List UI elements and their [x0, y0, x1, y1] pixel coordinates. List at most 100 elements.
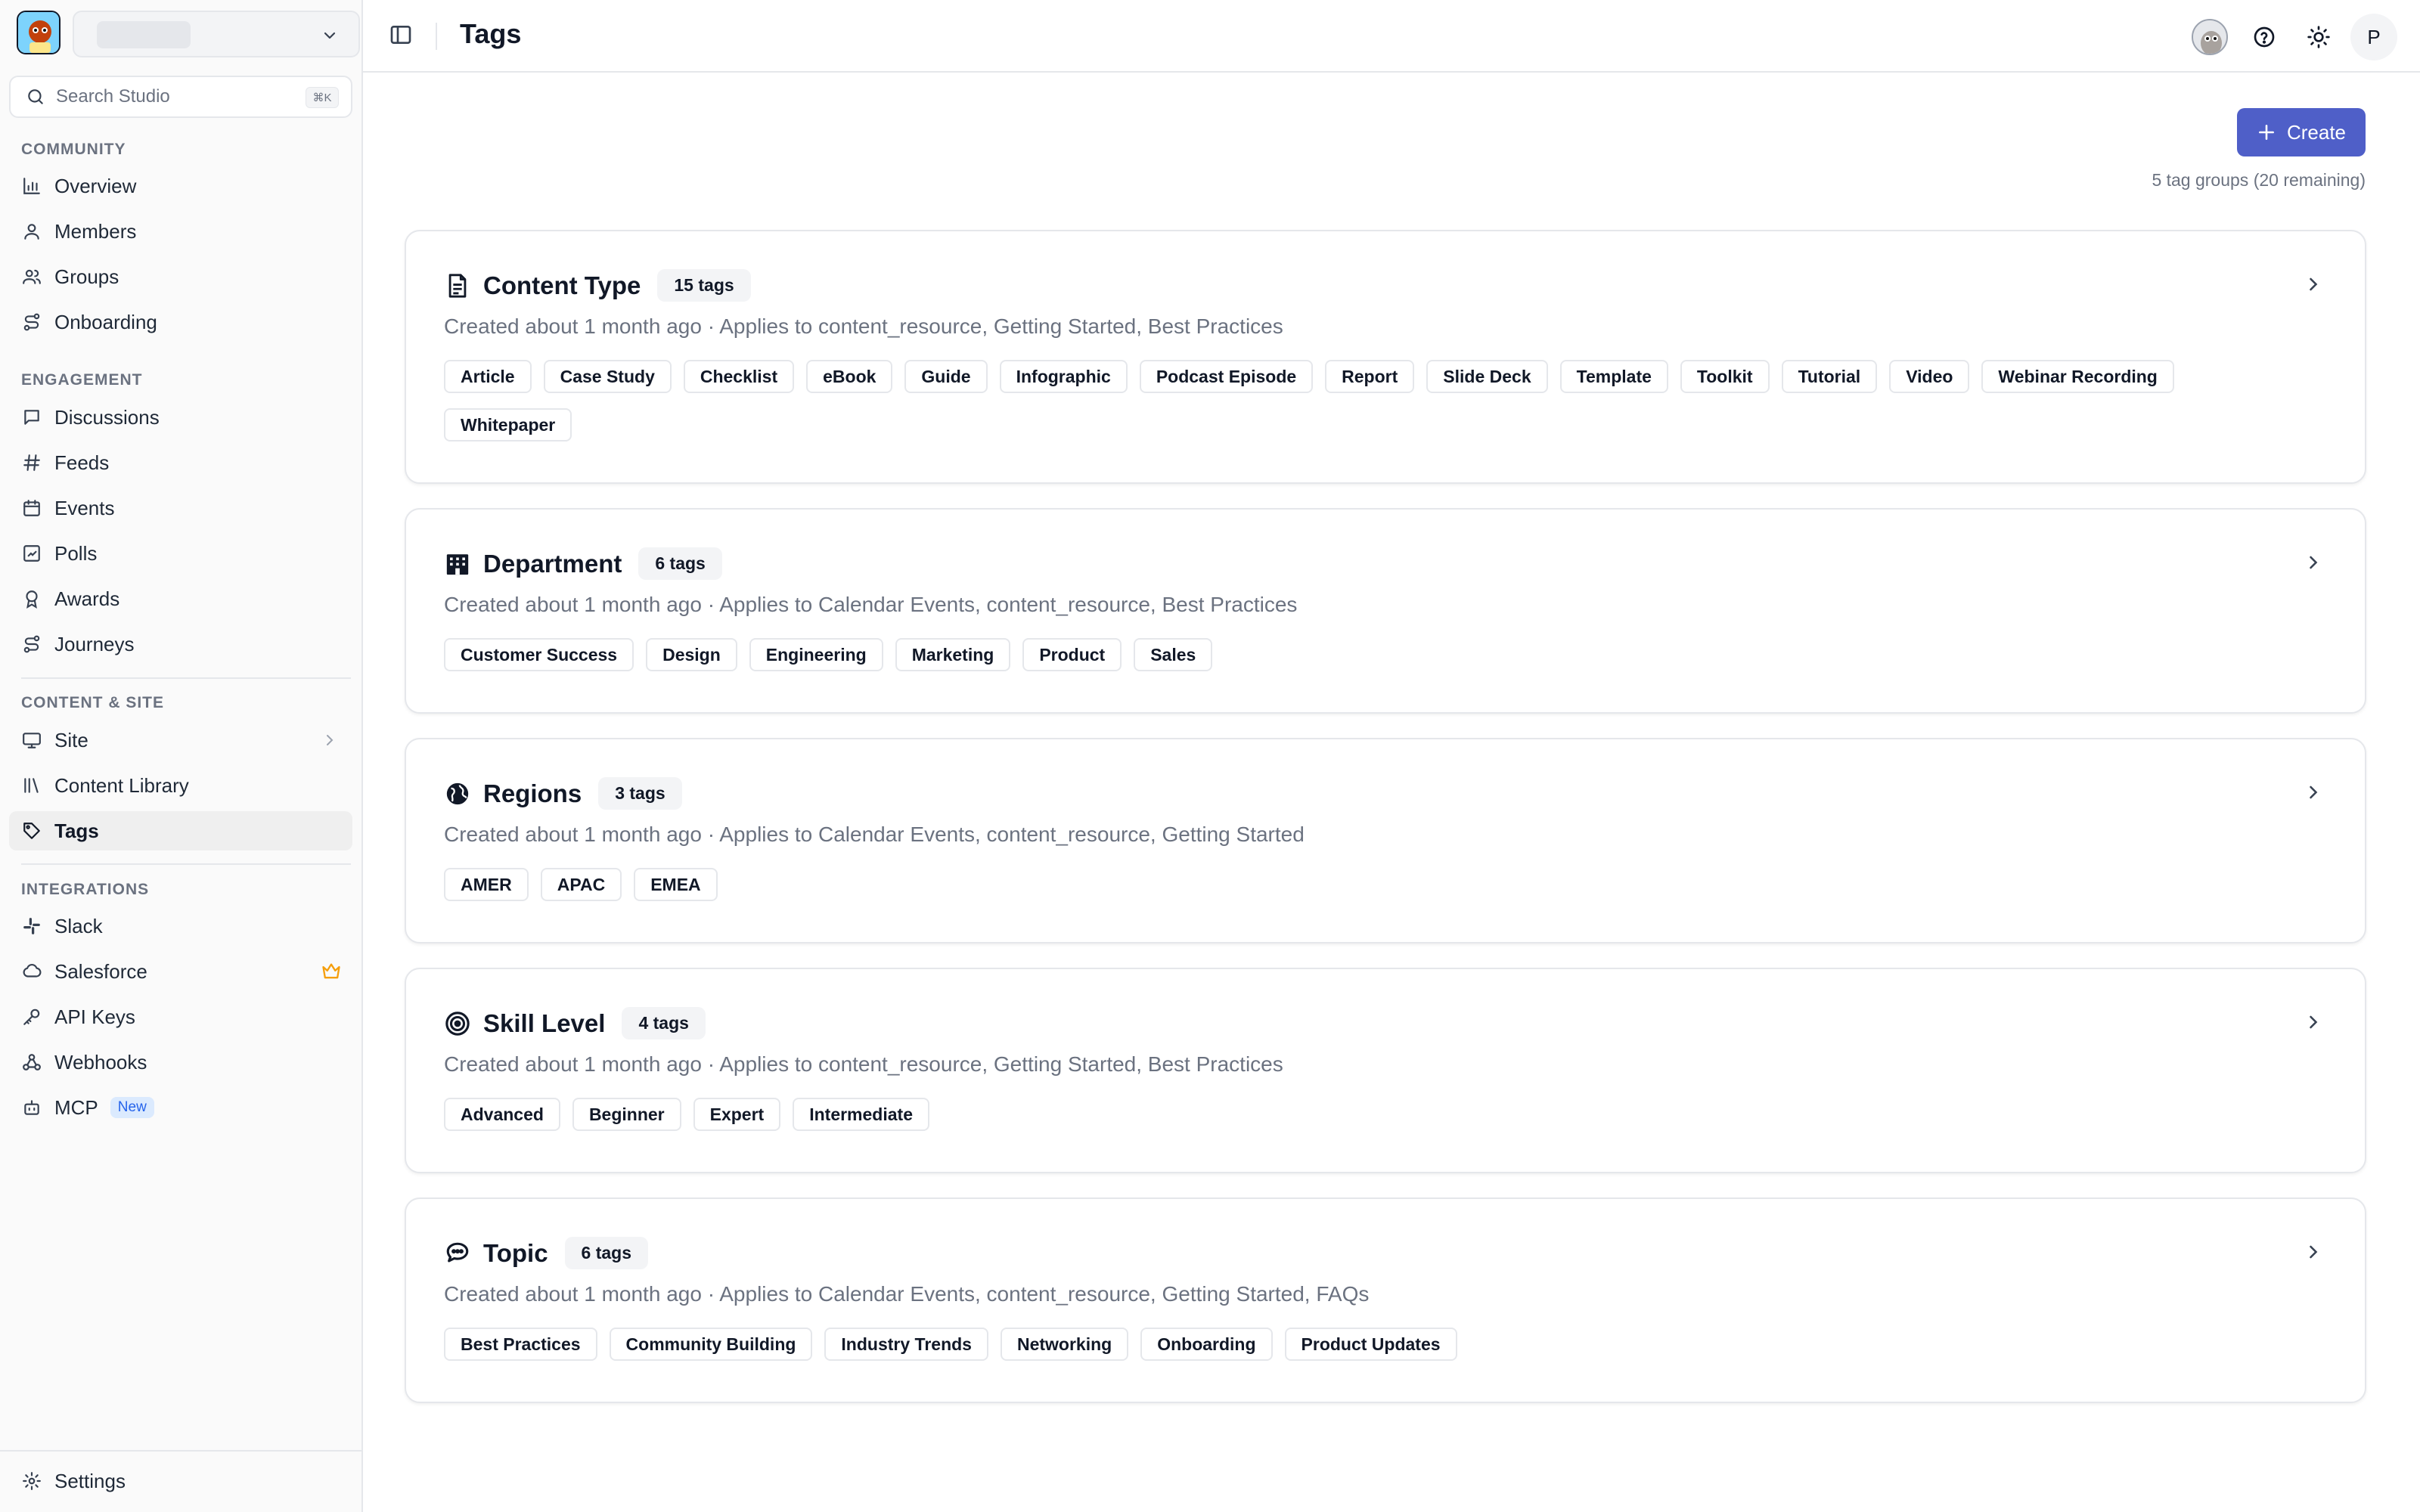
tag-chip[interactable]: Article	[444, 360, 532, 393]
chevron-right-icon[interactable]	[2303, 274, 2324, 295]
sidebar-item-mcp[interactable]: MCP New	[9, 1088, 352, 1127]
sidebar-item-label: Overview	[54, 174, 137, 197]
avatar-image-button[interactable]	[2187, 14, 2232, 60]
chevron-right-icon[interactable]	[2303, 782, 2324, 803]
create-button[interactable]: Create	[2237, 108, 2366, 156]
tag-chip[interactable]: Case Study	[543, 360, 672, 393]
sidebar-item-journeys[interactable]: Journeys	[9, 624, 352, 664]
tag-chip[interactable]: Best Practices	[444, 1328, 597, 1361]
tag-count-badge: 4 tags	[622, 1007, 706, 1040]
tag-count-badge: 15 tags	[657, 269, 751, 302]
sidebar-item-label: Salesforce	[54, 959, 147, 983]
chart-icon	[21, 175, 42, 197]
sidebar-item-label: API Keys	[54, 1005, 135, 1028]
tag-group-meta: Created about 1 month ago · Applies to c…	[444, 1052, 1283, 1076]
tag-chip[interactable]: Toolkit	[1680, 360, 1770, 393]
tag-chip[interactable]: Customer Success	[444, 638, 634, 671]
sidebar-item-label: Slack	[54, 914, 103, 937]
tag-chip[interactable]: Advanced	[444, 1098, 560, 1131]
sidebar-item-awards[interactable]: Awards	[9, 579, 352, 618]
nav-divider	[21, 863, 351, 865]
tag-chip[interactable]: Product	[1022, 638, 1122, 671]
poll-icon	[21, 543, 42, 564]
tag-list: Advanced Beginner Expert Intermediate	[444, 1098, 2259, 1146]
tag-chip[interactable]: Guide	[904, 360, 988, 393]
tag-chip[interactable]: eBook	[806, 360, 893, 393]
sidebar-toggle-icon[interactable]	[389, 23, 413, 47]
sidebar-item-label: Content Library	[54, 773, 189, 797]
sidebar-item-content-library[interactable]: Content Library	[9, 766, 352, 805]
tag-chip[interactable]: EMEA	[634, 868, 718, 901]
search-input[interactable]: Search Studio ⌘K	[9, 76, 352, 118]
chevron-right-icon[interactable]	[2303, 1241, 2324, 1263]
sidebar-item-events[interactable]: Events	[9, 488, 352, 528]
tag-chip[interactable]: Engineering	[749, 638, 883, 671]
tag-group-card[interactable]: Skill Level 4 tags Created about 1 month…	[405, 968, 2366, 1173]
sidebar-item-feeds[interactable]: Feeds	[9, 443, 352, 482]
sidebar-item-polls[interactable]: Polls	[9, 534, 352, 573]
sidebar-item-label: Tags	[54, 819, 99, 842]
tag-chip[interactable]: Onboarding	[1140, 1328, 1273, 1361]
tag-chip[interactable]: Checklist	[683, 360, 795, 393]
route-icon	[21, 311, 42, 333]
workspace-row	[17, 11, 360, 57]
tag-count-badge: 3 tags	[598, 777, 682, 810]
tag-chip[interactable]: Design	[646, 638, 737, 671]
sidebar-item-api-keys[interactable]: API Keys	[9, 997, 352, 1036]
tag-chip[interactable]: Report	[1325, 360, 1415, 393]
tag-chip[interactable]: Webinar Recording	[1981, 360, 2174, 393]
tag-chip[interactable]: Slide Deck	[1426, 360, 1548, 393]
theme-toggle-sun-icon[interactable]	[2296, 14, 2341, 60]
sidebar-item-members[interactable]: Members	[9, 212, 352, 251]
sidebar-item-label: Discussions	[54, 405, 160, 429]
tag-chip[interactable]: Sales	[1134, 638, 1213, 671]
sidebar-item-site[interactable]: Site	[9, 720, 352, 760]
tag-icon	[21, 820, 42, 841]
tag-group-header: Topic 6 tags	[444, 1237, 649, 1269]
tag-chip[interactable]: AMER	[444, 868, 529, 901]
tag-group-card[interactable]: Topic 6 tags Created about 1 month ago ·…	[405, 1198, 2366, 1403]
tag-group-meta: Created about 1 month ago · Applies to c…	[444, 314, 1283, 338]
section-title-integrations: Integrations	[21, 881, 150, 898]
sidebar-item-label: Members	[54, 219, 137, 243]
route-icon	[21, 634, 42, 655]
tag-chip[interactable]: Industry Trends	[824, 1328, 988, 1361]
tag-chip[interactable]: Networking	[1000, 1328, 1129, 1361]
tag-chip[interactable]: Expert	[693, 1098, 781, 1131]
tag-chip[interactable]: Product Updates	[1284, 1328, 1457, 1361]
tag-group-card[interactable]: Regions 3 tags Created about 1 month ago…	[405, 738, 2366, 943]
building-icon	[444, 550, 471, 578]
sidebar-item-discussions[interactable]: Discussions	[9, 398, 352, 437]
tag-chip[interactable]: Whitepaper	[444, 408, 572, 442]
tag-chip[interactable]: Marketing	[895, 638, 1011, 671]
sidebar-item-slack[interactable]: Slack	[9, 906, 352, 946]
sidebar-item-settings[interactable]: Settings	[9, 1461, 352, 1501]
tag-count-badge: 6 tags	[638, 547, 722, 580]
tag-chip[interactable]: Template	[1559, 360, 1668, 393]
sidebar-item-onboarding[interactable]: Onboarding	[9, 302, 352, 342]
tag-group-title: Department	[483, 549, 622, 578]
tag-chip[interactable]: Tutorial	[1781, 360, 1878, 393]
tag-chip[interactable]: Video	[1889, 360, 1970, 393]
tag-chip[interactable]: APAC	[540, 868, 622, 901]
sidebar-item-label: Onboarding	[54, 310, 157, 333]
sidebar-item-salesforce[interactable]: Salesforce	[9, 952, 352, 991]
sidebar-item-groups[interactable]: Groups	[9, 257, 352, 296]
chevron-right-icon[interactable]	[2303, 552, 2324, 573]
chevron-right-icon[interactable]	[2303, 1012, 2324, 1033]
sidebar-item-tags[interactable]: Tags	[9, 811, 352, 850]
sidebar-item-webhooks[interactable]: Webhooks	[9, 1043, 352, 1082]
user-menu-button[interactable]: P	[2350, 14, 2397, 60]
tag-chip[interactable]: Community Building	[609, 1328, 813, 1361]
tag-chip[interactable]: Infographic	[999, 360, 1128, 393]
help-icon[interactable]	[2242, 14, 2287, 60]
tag-group-card[interactable]: Department 6 tags Created about 1 month …	[405, 508, 2366, 714]
workspace-logo[interactable]	[17, 11, 60, 54]
sidebar-item-overview[interactable]: Overview	[9, 166, 352, 206]
tag-chip[interactable]: Beginner	[572, 1098, 681, 1131]
library-icon	[21, 775, 42, 796]
tag-group-card[interactable]: Content Type 15 tags Created about 1 mon…	[405, 230, 2366, 484]
tag-chip[interactable]: Podcast Episode	[1139, 360, 1314, 393]
tag-chip[interactable]: Intermediate	[793, 1098, 929, 1131]
workspace-switcher[interactable]	[73, 11, 360, 57]
